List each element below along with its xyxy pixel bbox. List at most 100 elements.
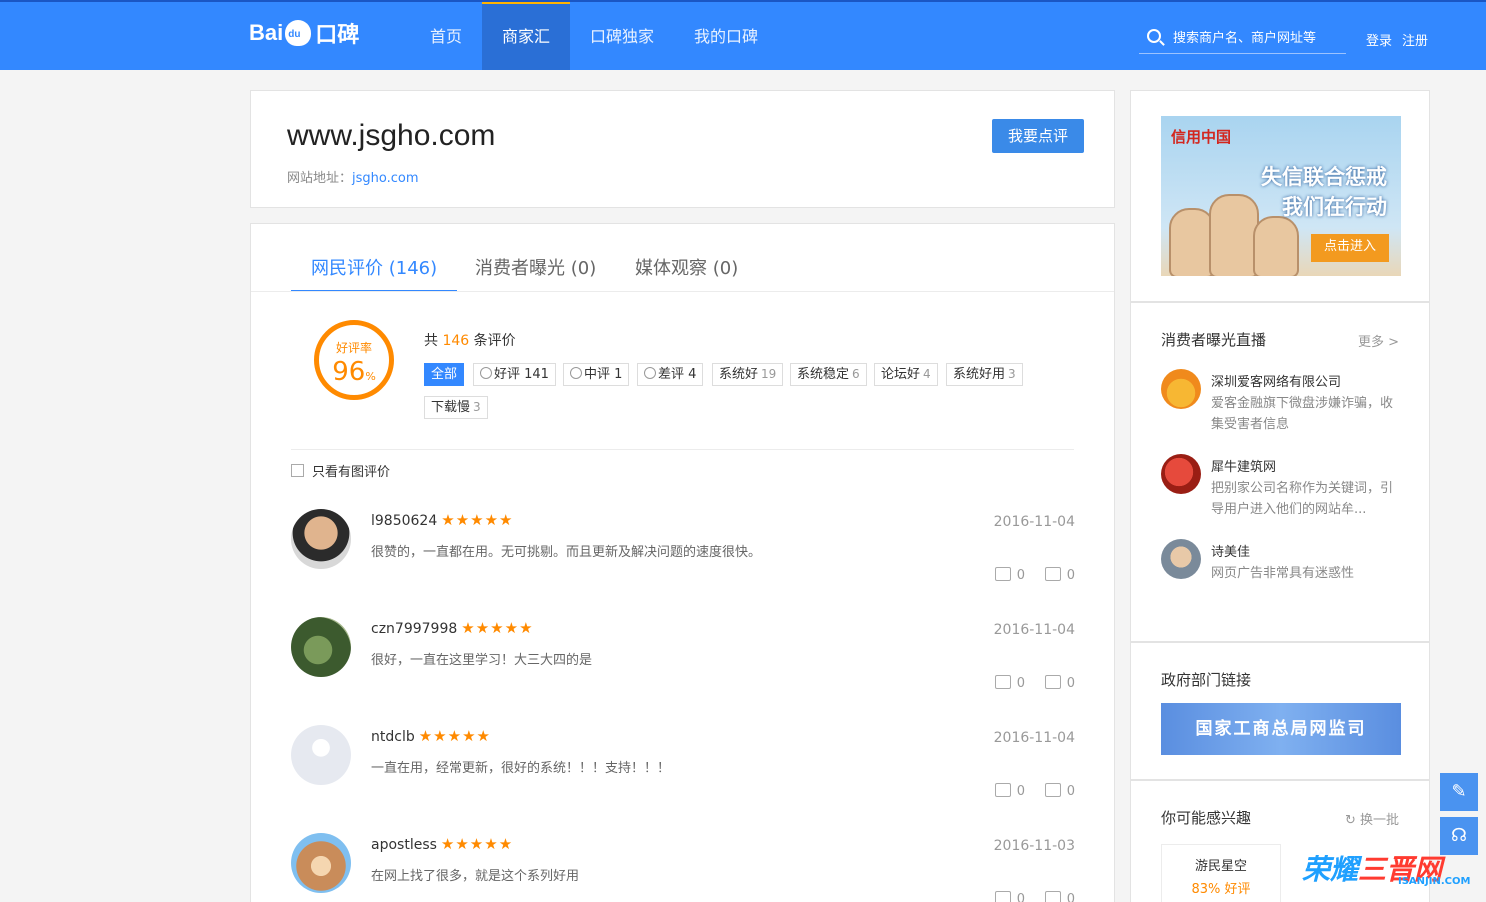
- edit-icon[interactable]: ✎: [1440, 773, 1478, 811]
- nav-my-koubei[interactable]: 我的口碑: [684, 2, 768, 70]
- tag-slow-download[interactable]: 下载慢 3: [424, 396, 488, 419]
- tab-netizen-reviews[interactable]: 网民评价 (146): [291, 254, 458, 292]
- review-date: 2016-11-04: [993, 514, 1075, 530]
- tag-neutral[interactable]: 中评 1: [563, 363, 630, 386]
- refresh-button[interactable]: ↻ 换一批: [1345, 809, 1399, 828]
- interest-rate: 83% 好评: [1191, 882, 1251, 897]
- banner-subheadline: 我们在行动: [1282, 195, 1387, 219]
- tab-consumer-exposure[interactable]: 消费者曝光 (0): [475, 254, 596, 292]
- positive-rate-label: 好评率: [335, 341, 372, 355]
- fist-illustration: [1209, 194, 1259, 276]
- baidu-koubei-logo[interactable]: Bai du 口碑: [249, 13, 359, 53]
- avatar[interactable]: [291, 617, 351, 677]
- exposure-name: 诗美佳: [1211, 545, 1251, 560]
- review-date: 2016-11-04: [993, 730, 1075, 746]
- site-url-link[interactable]: jsgho.com: [352, 171, 419, 186]
- search-input[interactable]: 搜索商户名、商户网址等: [1139, 22, 1346, 54]
- avatar[interactable]: [291, 509, 351, 569]
- gov-banner-link[interactable]: 国家工商总局网监司: [1161, 703, 1401, 755]
- credit-china-banner[interactable]: 信用中国 失信联合惩戒 我们在行动 点击进入: [1161, 116, 1401, 276]
- more-link[interactable]: 更多 >: [1358, 331, 1399, 350]
- avatar: [1161, 369, 1201, 409]
- total-reviews: 共 146 条评价: [424, 333, 516, 349]
- refresh-icon: ↻: [1344, 813, 1360, 828]
- star-rating: ★★★★★: [440, 835, 514, 853]
- tab-media-watch[interactable]: 媒体观察 (0): [635, 254, 738, 292]
- like-button[interactable]: 0: [994, 567, 1025, 583]
- interest-name: 游民星空: [1194, 859, 1247, 874]
- tag-positive[interactable]: 好评 141: [473, 363, 556, 386]
- positive-rate-value: 96%: [332, 357, 376, 387]
- comment-icon: [1044, 783, 1061, 797]
- review-text: 在网上找了很多，就是这个系列好用: [371, 869, 580, 884]
- like-button[interactable]: 0: [994, 891, 1025, 902]
- exposure-title: 消费者曝光直播: [1161, 331, 1267, 349]
- thumbs-up-icon: [994, 891, 1011, 902]
- consumer-exposure-card: 消费者曝光直播 更多 > 深圳爱客网络有限公司 爱客金融旗下微盘涉嫌诈骗，收集受…: [1130, 302, 1430, 642]
- register-link[interactable]: 注册: [1402, 30, 1428, 49]
- checkbox[interactable]: [291, 464, 304, 477]
- avatar[interactable]: [291, 833, 351, 893]
- exposure-desc: 爱客金融旗下微盘涉嫌诈骗，收集受害者信息: [1211, 396, 1394, 432]
- exposure-name: 深圳爱客网络有限公司: [1211, 375, 1342, 390]
- exposure-name: 犀牛建筑网: [1211, 460, 1277, 475]
- exposure-item[interactable]: 深圳爱客网络有限公司 爱客金融旗下微盘涉嫌诈骗，收集受害者信息: [1161, 369, 1401, 439]
- thumbs-up-icon: [994, 675, 1011, 689]
- top-navigation-bar: Bai du 口碑 首页 商家汇 口碑独家 我的口碑 搜索商户名、商户网址等 登…: [0, 0, 1486, 70]
- gov-links-card: 政府部门链接 国家工商总局网监司: [1130, 642, 1430, 780]
- review-text: 很好，一直在这里学习！大三大四的是: [371, 653, 593, 668]
- tag-system-stable[interactable]: 系统稳定 6: [790, 363, 867, 386]
- like-button[interactable]: 0: [994, 783, 1025, 799]
- comment-button[interactable]: 0: [1044, 675, 1075, 691]
- search-placeholder: 搜索商户名、商户网址等: [1173, 31, 1317, 46]
- star-rating: ★★★★★: [461, 619, 534, 637]
- thumbs-up-icon: [994, 783, 1011, 797]
- exposure-item[interactable]: 犀牛建筑网 把别家公司名称作为关键词，引导用户进入他们的网站牟...: [1161, 454, 1401, 524]
- star-rating: ★★★★★: [418, 727, 491, 745]
- review-user[interactable]: czn7997998 ★★★★★: [371, 619, 534, 637]
- comment-button[interactable]: 0: [1044, 567, 1075, 583]
- fist-illustration: [1253, 216, 1299, 276]
- customer-service-icon[interactable]: ☊: [1440, 817, 1478, 855]
- review-text: 很赞的，一直都在用。无可挑剔。而且更新及解决问题的速度很快。: [371, 545, 762, 560]
- review-user[interactable]: l9850624 ★★★★★: [371, 511, 514, 529]
- tag-all[interactable]: 全部: [424, 363, 465, 386]
- avatar: [1161, 539, 1201, 579]
- banner-headline: 失信联合惩戒: [1261, 165, 1387, 189]
- tag-system-good[interactable]: 系统好 19: [712, 363, 784, 386]
- tag-negative[interactable]: 差评 4: [637, 363, 704, 386]
- logo-suffix: 口碑: [315, 22, 360, 47]
- review-user[interactable]: apostless ★★★★★: [371, 835, 513, 853]
- exposure-desc: 网页广告非常具有迷惑性: [1211, 566, 1355, 581]
- interest-item[interactable]: 游民星空 83% 好评: [1161, 844, 1281, 902]
- site-url: 网站地址：jsgho.com: [287, 171, 419, 186]
- section-divider: [291, 449, 1074, 450]
- banner-enter-button[interactable]: 点击进入: [1311, 234, 1389, 262]
- comment-button[interactable]: 0: [1044, 783, 1075, 799]
- like-button[interactable]: 0: [994, 675, 1025, 691]
- comment-icon: [1044, 567, 1061, 581]
- site-title: www.jsgho.com: [287, 119, 496, 152]
- review-user[interactable]: ntdclb ★★★★★: [371, 727, 491, 745]
- tag-easy-to-use[interactable]: 系统好用 3: [946, 363, 1023, 386]
- reviews-card: 网民评价 (146) 消费者曝光 (0) 媒体观察 (0) 好评率 96% 共 …: [250, 223, 1115, 902]
- paw-icon: du: [285, 20, 312, 46]
- nav-exclusive[interactable]: 口碑独家: [580, 2, 664, 70]
- review-item: ntdclb ★★★★★ 一直在用，经常更新，很好的系统！！！支持！！！ 2016…: [291, 725, 1075, 825]
- avatar[interactable]: [291, 725, 351, 785]
- review-text: 一直在用，经常更新，很好的系统！！！支持！！！: [371, 761, 671, 776]
- review-item: czn7997998 ★★★★★ 很好，一直在这里学习！大三大四的是 2016-1…: [291, 617, 1075, 717]
- nav-merchants[interactable]: 商家汇: [482, 2, 570, 70]
- nav-home[interactable]: 首页: [416, 2, 476, 70]
- tab-divider: [251, 291, 1114, 292]
- comment-button[interactable]: 0: [1044, 891, 1075, 902]
- login-link[interactable]: 登录: [1366, 30, 1392, 49]
- avatar: [1161, 454, 1201, 494]
- neutral-face-icon: [570, 367, 582, 379]
- exposure-item[interactable]: 诗美佳 网页广告非常具有迷惑性: [1161, 539, 1401, 589]
- star-rating: ★★★★★: [441, 511, 514, 529]
- write-review-button[interactable]: 我要点评: [992, 119, 1084, 153]
- tag-forum-good[interactable]: 论坛好 4: [874, 363, 938, 386]
- review-date: 2016-11-04: [993, 622, 1075, 638]
- only-pics-filter[interactable]: 只看有图评价: [291, 461, 390, 480]
